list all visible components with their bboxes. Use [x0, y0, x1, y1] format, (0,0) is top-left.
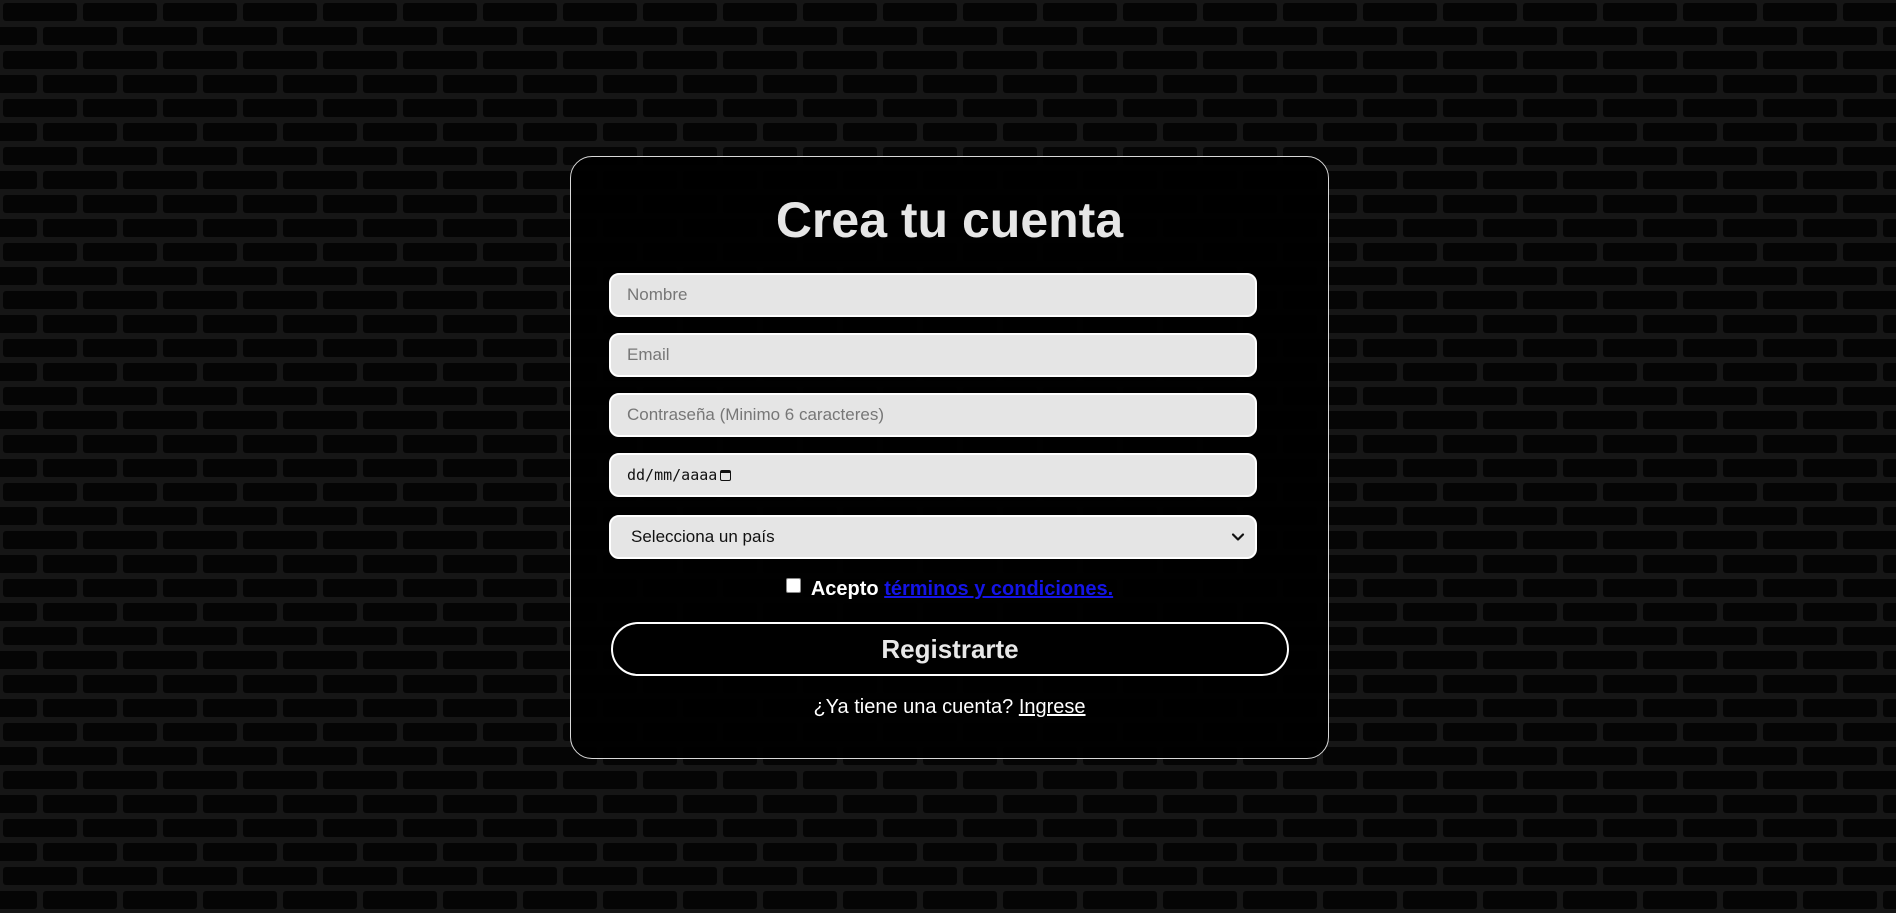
email-input[interactable]	[609, 333, 1257, 377]
country-select[interactable]: Selecciona un país	[609, 515, 1257, 559]
register-button[interactable]: Registrarte	[611, 622, 1289, 676]
chevron-down-icon	[1231, 533, 1245, 541]
terms-checkbox[interactable]	[785, 578, 801, 593]
signup-card: Crea tu cuenta dd/mm/aaaa Selecciona un …	[570, 156, 1329, 759]
terms-link[interactable]: términos y condiciones.	[884, 578, 1113, 600]
password-input[interactable]	[609, 393, 1257, 437]
terms-label: Acepto	[810, 578, 879, 600]
country-select-value: Selecciona un país	[631, 527, 775, 546]
date-format-text: dd/mm/aaaa	[627, 466, 718, 484]
page-title: Crea tu cuenta	[775, 192, 1124, 248]
calendar-icon[interactable]	[720, 469, 732, 481]
name-input[interactable]	[609, 273, 1257, 317]
login-prompt: ¿Ya tiene una cuenta?	[813, 696, 1014, 718]
login-link[interactable]: Ingrese	[1019, 696, 1086, 718]
login-row: ¿Ya tiene una cuenta? Ingrese	[571, 696, 1328, 719]
birthdate-input[interactable]: dd/mm/aaaa	[609, 453, 1257, 497]
terms-row: Acepto términos y condiciones.	[571, 578, 1328, 601]
